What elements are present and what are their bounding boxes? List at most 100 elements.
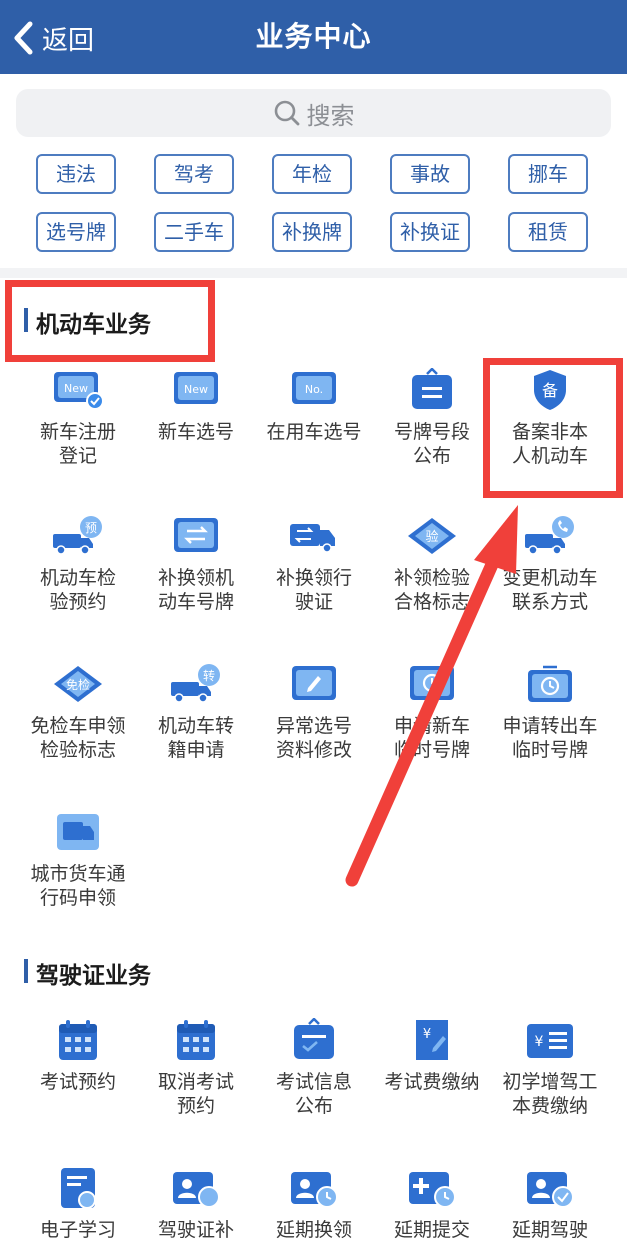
exempt-badge-icon: 免检 <box>54 666 102 702</box>
service-item-abnormal-plate-data-edit[interactable]: 异常选号 资料修改 <box>255 662 373 762</box>
top-nav-bar: 返回 业务中心 <box>0 0 627 74</box>
service-item-exam-fee-payment[interactable]: ¥ 考试费缴纳 <box>373 1018 491 1094</box>
new-badge-check-icon: New <box>54 372 104 410</box>
section-accent-bar <box>24 959 28 983</box>
svg-text:No.: No. <box>305 383 323 396</box>
extend-submit-icon <box>409 1172 456 1208</box>
service-item-transfer-out-temp-plate[interactable]: 申请转出车 临时号牌 <box>491 662 609 762</box>
calendar-icon <box>59 1020 97 1060</box>
cargo-truck-icon <box>57 814 99 850</box>
service-label: 变更机动车 联系方式 <box>502 567 598 613</box>
service-item-new-car-plate-selection[interactable]: New 新车选号 <box>137 368 255 444</box>
service-label: 在用车选号 <box>266 421 362 443</box>
service-item-in-use-plate-selection[interactable]: No. 在用车选号 <box>255 368 373 444</box>
fee-list-icon: ¥ <box>527 1024 573 1058</box>
service-item-exam-info-publication[interactable]: 考试信息 公布 <box>255 1018 373 1118</box>
service-item-learner-fee-payment[interactable]: ¥ 初学增驾工 本费缴纳 <box>491 1018 609 1118</box>
service-item-change-vehicle-contact[interactable]: 变更机动车 联系方式 <box>491 514 609 614</box>
service-label: 考试信息 公布 <box>275 1071 352 1117</box>
search-bar[interactable]: 搜索 <box>16 89 611 137</box>
plate-board-icon <box>412 368 452 409</box>
service-label: 初学增驾工 本费缴纳 <box>502 1071 598 1117</box>
inspection-badge-icon: 验 <box>408 518 456 554</box>
truck-phone-icon <box>525 516 574 555</box>
temp-plate-transfer-icon <box>528 665 572 702</box>
service-label: 城市货车通 行码申领 <box>30 863 126 909</box>
service-item-exempt-inspection-mark[interactable]: 免检 免检车申领 检验标志 <box>19 662 137 762</box>
tag-select-plate[interactable]: 选号牌 <box>36 212 116 252</box>
service-item-cancel-exam-appointment[interactable]: 取消考试 预约 <box>137 1018 255 1118</box>
service-item-reissue-inspection-mark[interactable]: 验 补领检验 合格标志 <box>373 514 491 614</box>
service-label: 新车注册 登记 <box>39 421 116 467</box>
service-item-vehicle-transfer-application[interactable]: 转 机动车转 籍申请 <box>137 662 255 762</box>
section-divider <box>0 268 627 278</box>
svg-text:¥: ¥ <box>423 1027 431 1042</box>
temp-plate-icon <box>410 666 454 700</box>
truck-check-appointment-icon: 预 <box>53 516 102 555</box>
service-item-plate-range-publication[interactable]: 号牌号段 公布 <box>373 368 491 468</box>
service-label: 号牌号段 公布 <box>393 421 470 467</box>
tag-move-car[interactable]: 挪车 <box>508 154 588 194</box>
service-label: 异常选号 资料修改 <box>275 715 352 761</box>
service-label: 补换领行 驶证 <box>275 567 352 613</box>
service-label: 考试费缴纳 <box>384 1071 480 1093</box>
service-label: 考试预约 <box>39 1071 116 1093</box>
service-label: 新车选号 <box>157 421 234 443</box>
tag-violation[interactable]: 违法 <box>36 154 116 194</box>
search-placeholder: 搜索 <box>306 101 355 130</box>
extend-renew-icon <box>291 1172 338 1208</box>
service-label: 机动车检 验预约 <box>39 567 116 613</box>
search-icon <box>274 100 299 126</box>
tag-used-car[interactable]: 二手车 <box>154 212 234 252</box>
service-item-extend-driving[interactable]: 延期驾驶 <box>491 1166 609 1242</box>
service-item-vehicle-inspection-appointment[interactable]: 预 机动车检 验预约 <box>19 514 137 614</box>
tag-replace-license[interactable]: 补换证 <box>390 212 470 252</box>
tag-driving-test[interactable]: 驾考 <box>154 154 234 194</box>
service-item-e-learning[interactable]: 电子学习 <box>19 1166 137 1242</box>
new-badge-icon: New <box>174 372 218 404</box>
page-title: 业务中心 <box>255 20 372 53</box>
svg-text:¥: ¥ <box>535 1034 544 1050</box>
truck-transfer-icon: 转 <box>171 664 220 703</box>
tag-accident[interactable]: 事故 <box>390 154 470 194</box>
tag-rental[interactable]: 租赁 <box>508 212 588 252</box>
service-item-license-reissue[interactable]: 驾驶证补 <box>137 1166 255 1242</box>
service-item-new-car-temp-plate[interactable]: 申请新车 临时号牌 <box>373 662 491 762</box>
svg-text:New: New <box>184 383 208 396</box>
annotation-box-target-item <box>483 358 623 498</box>
service-item-exam-appointment[interactable]: 考试预约 <box>19 1018 137 1094</box>
service-item-new-car-registration[interactable]: New 新车注册 登记 <box>19 368 137 468</box>
service-label: 延期驾驶 <box>511 1219 588 1241</box>
tag-annual-inspection[interactable]: 年检 <box>272 154 352 194</box>
service-label: 免检车申领 检验标志 <box>30 715 126 761</box>
e-learning-icon <box>61 1168 96 1209</box>
svg-text:预: 预 <box>85 521 97 535</box>
svg-text:验: 验 <box>425 529 438 545</box>
swap-plate-icon <box>174 518 218 552</box>
service-label: 取消考试 预约 <box>157 1071 234 1117</box>
exam-info-icon <box>294 1018 334 1059</box>
edit-plate-icon <box>292 666 336 700</box>
service-label: 电子学习 <box>39 1219 116 1241</box>
license-reissue-icon <box>173 1172 220 1208</box>
section-title-license: 驾驶证业务 <box>36 963 151 989</box>
service-item-replace-driving-permit[interactable]: 补换领行 驶证 <box>255 514 373 614</box>
service-label: 延期换领 <box>275 1219 352 1241</box>
service-label: 补领检验 合格标志 <box>393 567 470 613</box>
number-plate-icon: No. <box>292 372 336 404</box>
service-label: 申请新车 临时号牌 <box>393 715 470 761</box>
service-item-replace-vehicle-plate[interactable]: 补换领机 动车号牌 <box>137 514 255 614</box>
svg-text:免检: 免检 <box>66 677 90 692</box>
tag-replace-plate[interactable]: 补换牌 <box>272 212 352 252</box>
service-label: 补换领机 动车号牌 <box>157 567 234 613</box>
calendar-cancel-icon <box>177 1020 215 1060</box>
svg-text:New: New <box>64 382 88 395</box>
service-label: 延期提交 <box>393 1219 470 1241</box>
svg-text:转: 转 <box>203 668 215 683</box>
service-item-extend-renewal[interactable]: 延期换领 <box>255 1166 373 1242</box>
service-label: 申请转出车 临时号牌 <box>502 715 598 761</box>
service-label: 机动车转 籍申请 <box>157 715 234 761</box>
exam-fee-icon: ¥ <box>416 1020 448 1060</box>
service-item-extend-submit[interactable]: 延期提交 <box>373 1166 491 1242</box>
service-item-city-truck-pass[interactable]: 城市货车通 行码申领 <box>19 810 137 910</box>
